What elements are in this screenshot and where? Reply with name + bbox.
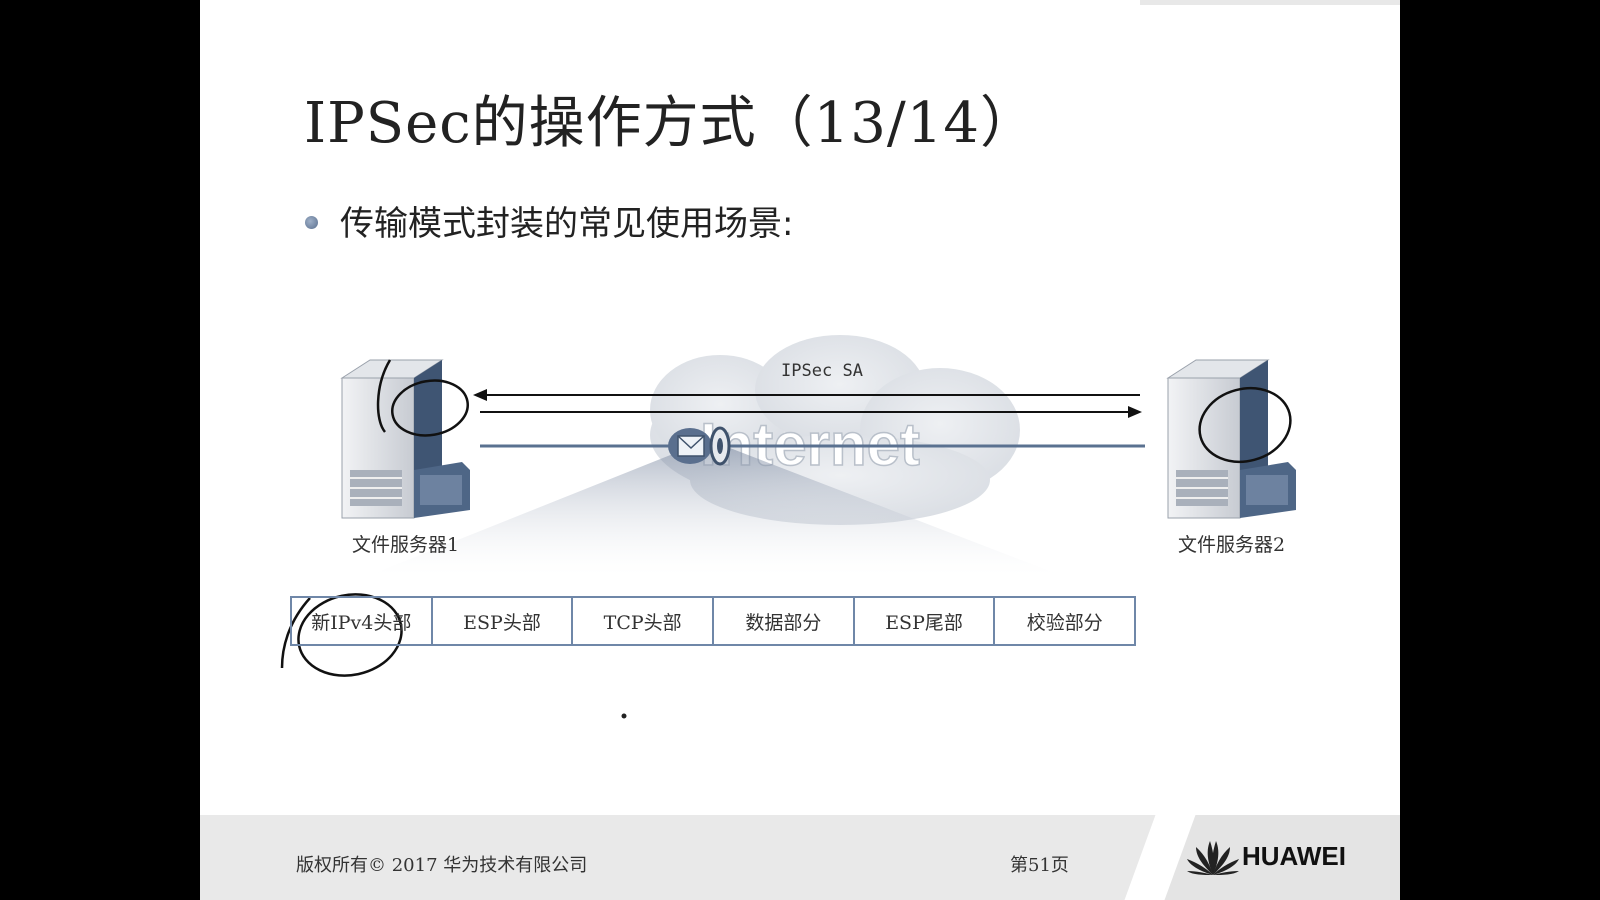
file-server-left-icon <box>340 359 470 519</box>
arrowhead-left-icon <box>473 389 487 401</box>
footer-copyright: 版权所有© 2017 华为技术有限公司 <box>296 855 588 876</box>
packet-field-new-ipv4-header: 新IPv4头部 <box>292 598 433 644</box>
packet-field-checksum: 校验部分 <box>1026 611 1103 634</box>
file-server-right-icon <box>1166 359 1296 519</box>
packet-field-data: 数据部分 <box>714 598 855 644</box>
server-right-label: 文件服务器2 <box>1178 534 1286 556</box>
arrowhead-right-icon <box>1128 406 1142 418</box>
packet-format-table: 新IPv4头部 ESP头部 TCP头部 数据部分 ESP尾部 校验部分 <box>290 596 1136 646</box>
slide-footer: 版权所有© 2017 华为技术有限公司 第51页 HUAWEI <box>200 815 1400 900</box>
packet-field-esp-trailer: ESP尾部 <box>855 598 996 644</box>
packet-field-tcp-header: TCP头部 <box>573 598 715 644</box>
sa-label: IPSec SA <box>781 361 863 381</box>
network-diagram: Internet IPSec SA <box>280 335 1296 719</box>
slide: IPSec的操作方式（13/14） 传输模式封装的常见使用场景: Interne… <box>200 0 1400 900</box>
footer-page-number: 第51页 <box>1010 855 1069 876</box>
packet-field-esp-header: ESP头部 <box>433 598 574 644</box>
server-left-label: 文件服务器1 <box>352 534 460 556</box>
envelope-icon <box>668 426 731 466</box>
huawei-logo-icon <box>1187 841 1239 875</box>
cursor-dot <box>621 713 627 719</box>
footer-brand: HUAWEI <box>1242 841 1346 871</box>
